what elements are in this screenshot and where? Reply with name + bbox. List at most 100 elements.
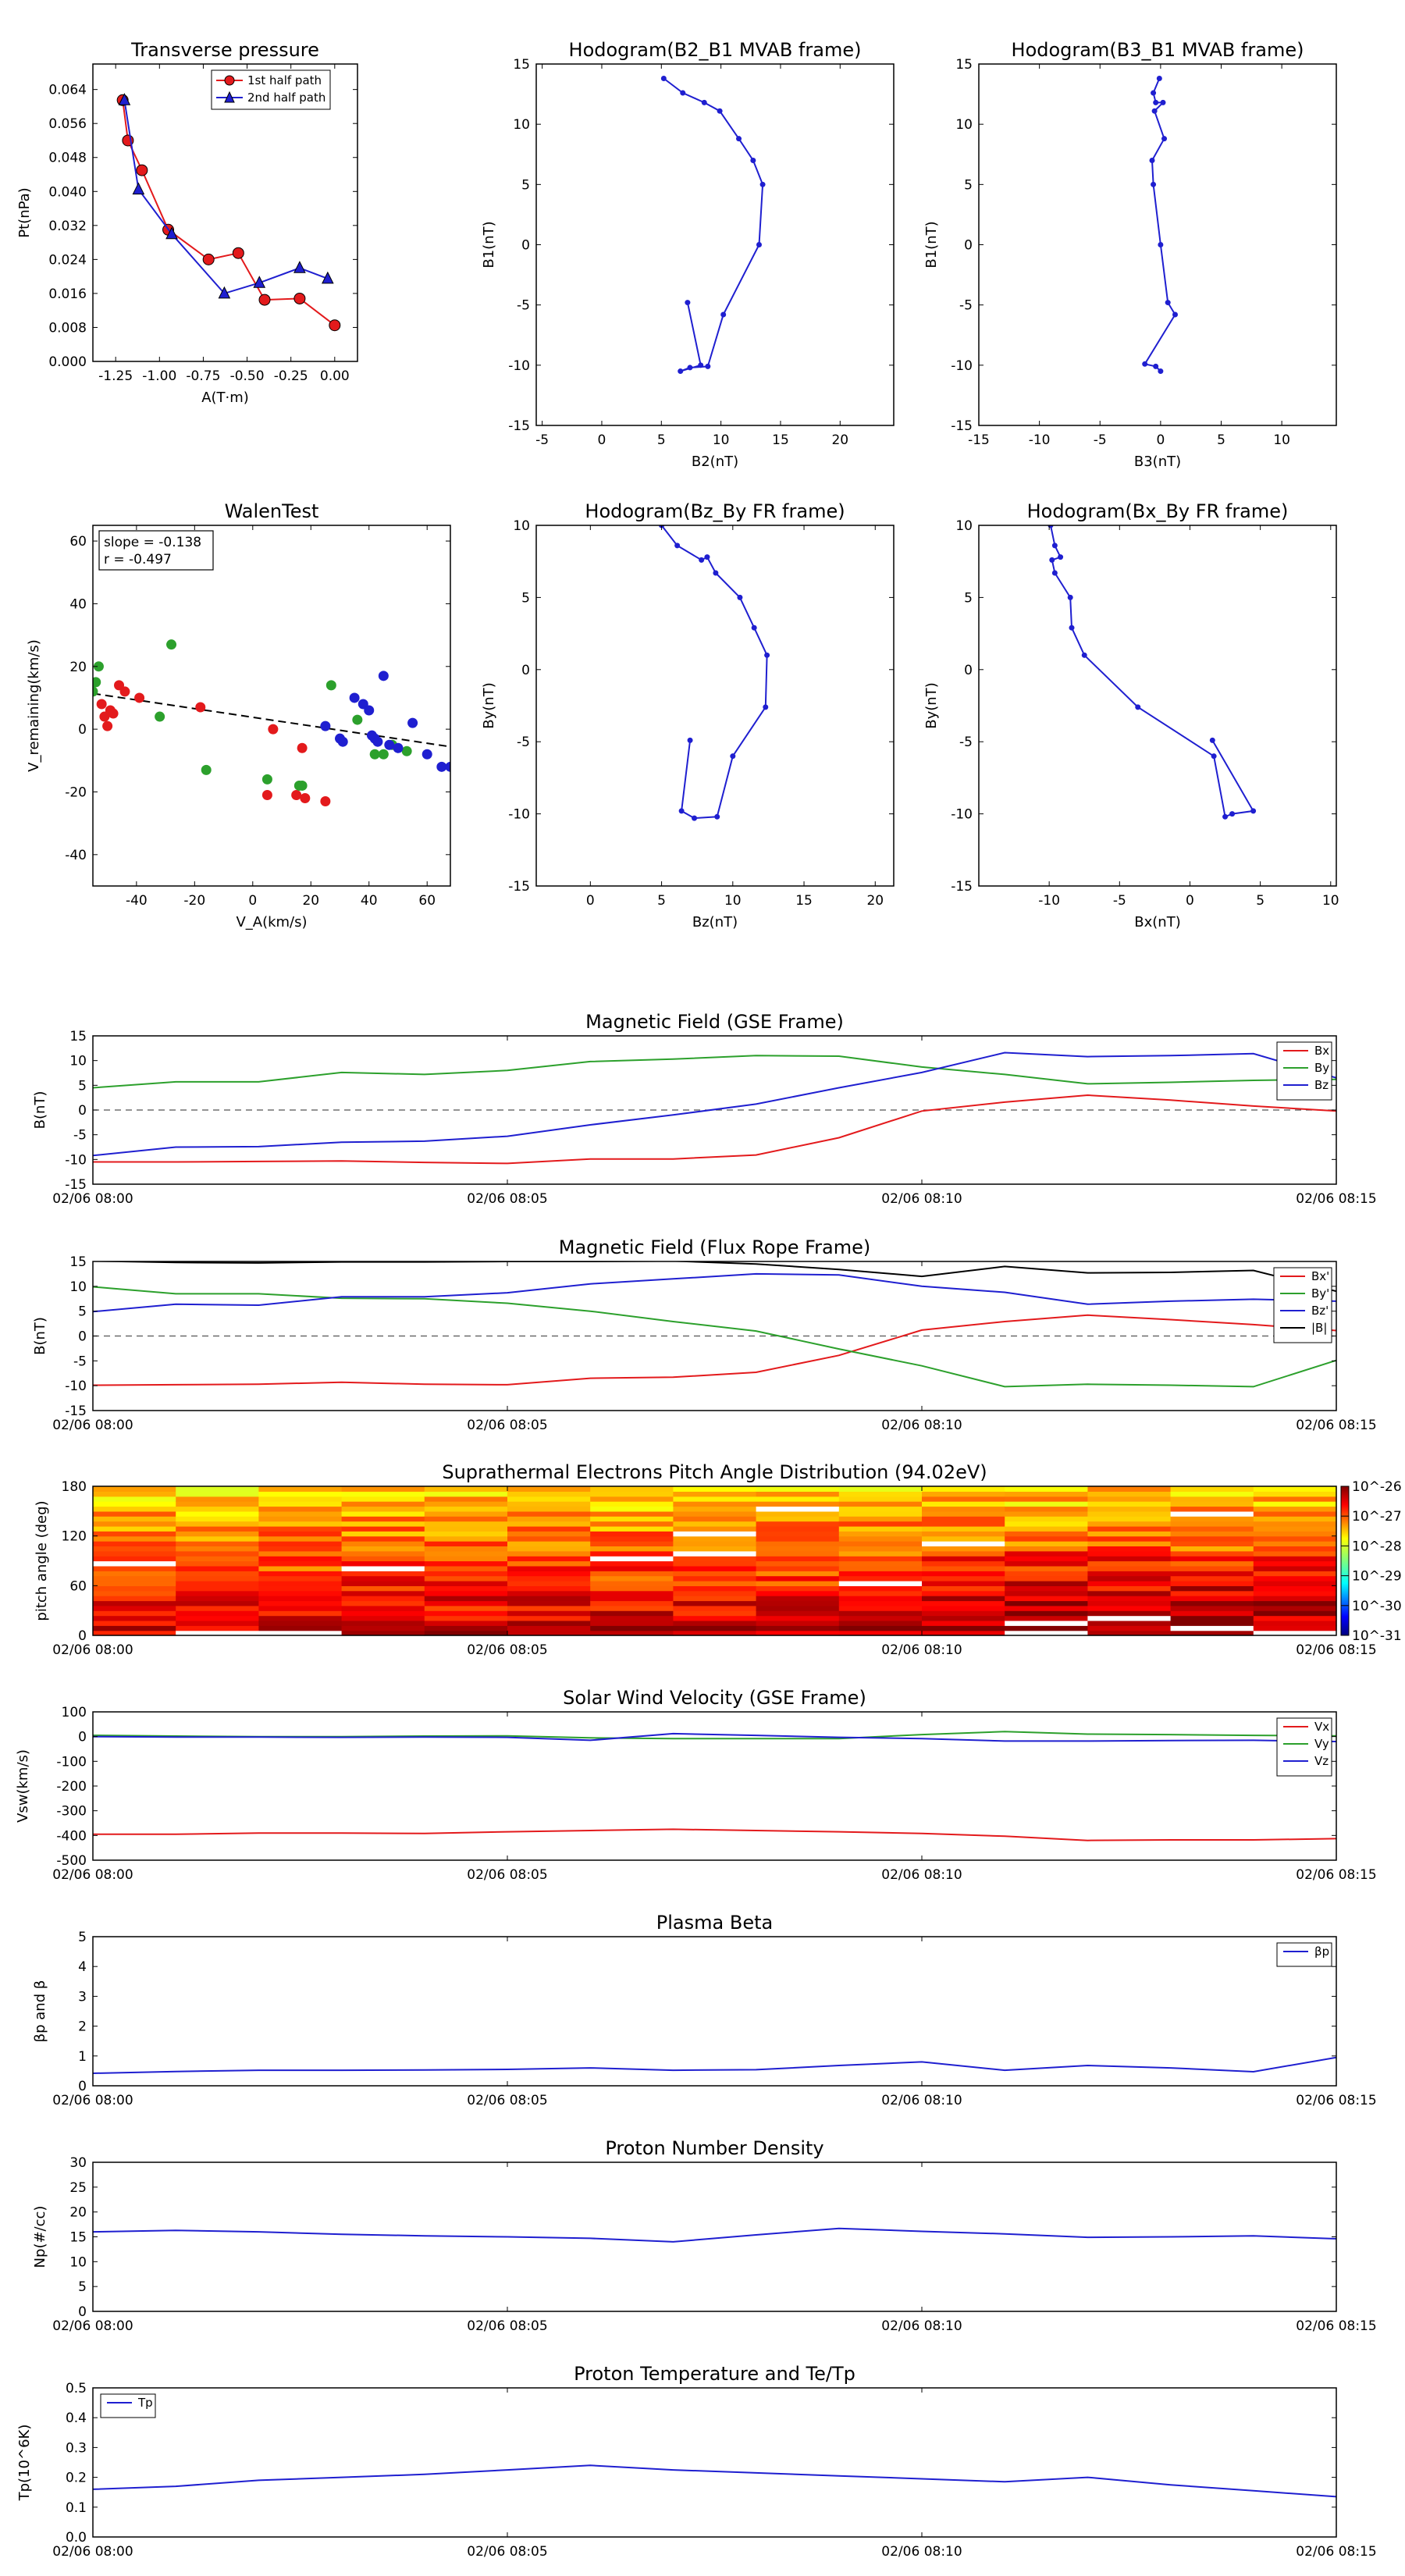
hodogram-point xyxy=(660,76,667,82)
heatmap-cell xyxy=(922,1516,1005,1522)
x-tick-label: 0 xyxy=(1186,893,1194,909)
heatmap-cell xyxy=(590,1541,674,1546)
x-tick-label: -40 xyxy=(126,893,148,909)
heatmap-cell xyxy=(673,1501,757,1507)
heatmap-cell xyxy=(1253,1610,1337,1617)
x-tick-label: 10 xyxy=(713,432,730,448)
heatmap-cell xyxy=(1253,1525,1337,1532)
heatmap-cell xyxy=(1087,1496,1172,1502)
heatmap-cell xyxy=(673,1510,757,1517)
x-tick-label: 02/06 08:15 xyxy=(1296,2544,1376,2560)
hodogram-point xyxy=(705,363,711,369)
x-tick-label: 02/06 08:05 xyxy=(467,2093,547,2108)
heatmap-cell xyxy=(341,1510,425,1517)
heatmap-cell xyxy=(922,1581,1005,1586)
scatter-point xyxy=(297,742,308,753)
series-line xyxy=(93,2227,1336,2243)
heatmap-cell xyxy=(507,1590,591,1596)
heatmap-cell xyxy=(1253,1590,1337,1596)
scatter-point xyxy=(119,686,130,697)
hodogram-point xyxy=(1211,753,1217,760)
x-tick-label: 5 xyxy=(657,893,666,909)
chart-mag_gse: Magnetic Field (GSE Frame) -15 -10 -5 0 5 10 15… xyxy=(32,1011,1377,1207)
scatter-point xyxy=(393,742,404,753)
heatmap-cell xyxy=(1005,1506,1088,1512)
x-tick-label: 02/06 08:15 xyxy=(1296,1642,1376,1658)
heatmap-cell xyxy=(673,1541,757,1546)
heatmap-cell xyxy=(756,1590,840,1596)
x-axis-label: Bz(nT) xyxy=(692,914,738,930)
heatmap-cell xyxy=(93,1600,176,1606)
heatmap-cell xyxy=(507,1506,591,1512)
heatmap-cell xyxy=(1170,1541,1254,1546)
heatmap-cell xyxy=(507,1575,591,1582)
colorbar-label: 10^-31 xyxy=(1352,1628,1402,1644)
y-tick-label: 2 xyxy=(78,2019,87,2035)
heatmap-cell xyxy=(341,1525,425,1532)
heatmap-cell xyxy=(1005,1550,1088,1557)
heatmap-cell xyxy=(673,1620,757,1626)
legend-label: By xyxy=(1314,1061,1329,1075)
heatmap-cell xyxy=(1253,1501,1337,1507)
heatmap-cell xyxy=(1170,1516,1254,1522)
heatmap-cell xyxy=(590,1501,674,1507)
heatmap-cell xyxy=(176,1620,259,1626)
y-tick-label: 0.048 xyxy=(48,151,87,166)
heatmap-cell xyxy=(1253,1575,1337,1582)
series-line xyxy=(93,1051,1336,1157)
heatmap-cell xyxy=(756,1510,840,1517)
heatmap-cell xyxy=(1170,1615,1254,1621)
heatmap-cell xyxy=(93,1516,176,1522)
heatmap-cell xyxy=(258,1620,343,1626)
chart-title: Proton Number Density xyxy=(605,2137,823,2159)
chart-title: Solar Wind Velocity (GSE Frame) xyxy=(563,1687,866,1709)
heatmap-cell xyxy=(258,1486,343,1492)
y-axis-label: By(nT) xyxy=(481,682,497,728)
heatmap-cell xyxy=(507,1571,591,1577)
heatmap-cell xyxy=(1087,1491,1172,1497)
heatmap-cell xyxy=(258,1610,343,1617)
heatmap-cell xyxy=(1005,1560,1088,1567)
y-tick-label: 20 xyxy=(69,660,87,675)
legend-label: Bx xyxy=(1314,1044,1329,1058)
heatmap-cell xyxy=(176,1575,259,1582)
heatmap-cell xyxy=(93,1546,176,1552)
y-tick-label: -200 xyxy=(56,1779,87,1795)
hodogram-path xyxy=(660,525,768,820)
chart-title: Plasma Beta xyxy=(656,1912,773,1934)
x-tick-label: 15 xyxy=(795,893,813,909)
scatter-point xyxy=(195,702,206,713)
heatmap-cell xyxy=(507,1491,591,1497)
heatmap-cell xyxy=(93,1565,176,1571)
heatmap-cell xyxy=(1005,1590,1088,1596)
heatmap-cell xyxy=(1170,1535,1254,1542)
y-tick-label: 0 xyxy=(521,238,530,254)
series-line xyxy=(123,100,329,295)
heatmap-cell xyxy=(258,1535,343,1542)
heatmap-cell xyxy=(838,1571,923,1577)
x-tick-label: 0.00 xyxy=(320,368,350,384)
heatmap-cell xyxy=(1005,1620,1088,1626)
heatmap-cell xyxy=(176,1590,259,1596)
x-tick-label: 02/06 08:00 xyxy=(52,1642,133,1658)
heatmap-cell xyxy=(507,1531,591,1537)
x-tick-label: 0 xyxy=(1156,432,1165,448)
heatmap-cell xyxy=(838,1556,923,1562)
heatmap-cell xyxy=(838,1590,923,1596)
heatmap-cell xyxy=(424,1620,508,1626)
heatmap-cell xyxy=(1087,1506,1172,1512)
heatmap-cell xyxy=(673,1575,757,1582)
heatmap-cell xyxy=(341,1501,425,1507)
y-tick-label: 0 xyxy=(78,2304,87,2320)
heatmap-cell xyxy=(176,1581,259,1586)
scatter-point xyxy=(320,796,331,807)
heatmap-cell xyxy=(176,1546,259,1552)
heatmap-cell xyxy=(424,1521,508,1527)
y-tick-label: 10 xyxy=(955,117,973,133)
heatmap-cell xyxy=(424,1600,508,1606)
heatmap-cell xyxy=(258,1521,343,1527)
heatmap-cell xyxy=(176,1625,259,1631)
heatmap-cell xyxy=(1253,1541,1337,1546)
heatmap-cell xyxy=(507,1560,591,1567)
heatmap-cell xyxy=(1005,1496,1088,1502)
